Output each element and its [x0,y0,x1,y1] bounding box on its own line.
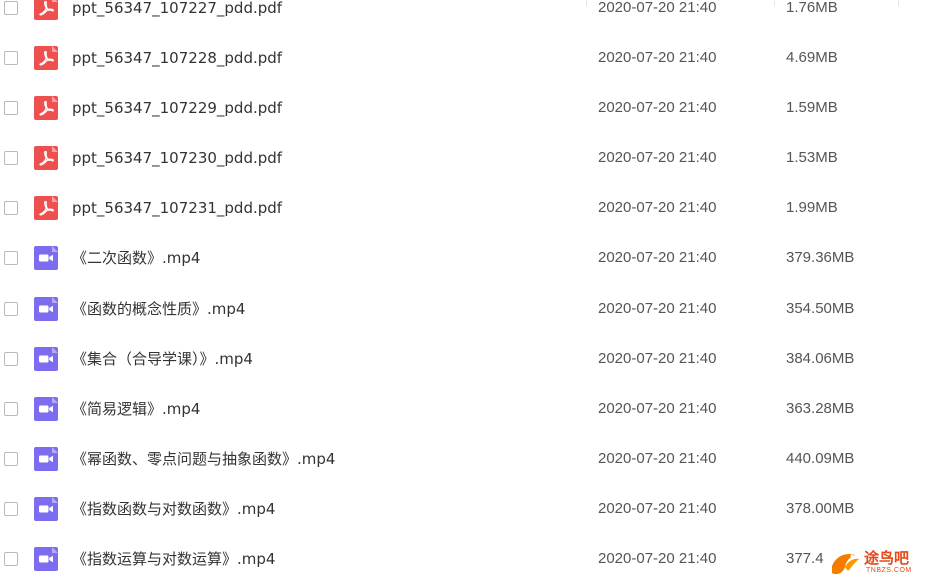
select-checkbox[interactable] [4,251,18,266]
video-icon [34,496,58,521]
file-name[interactable]: ppt_56347_107229_pdd.pdf [72,99,282,117]
pdf-icon [34,0,58,20]
file-name[interactable]: 《指数函数与对数函数》.mp4 [72,500,275,518]
watermark-text: 途鸟吧 [864,549,910,567]
file-name[interactable]: ppt_56347_107228_pdd.pdf [72,49,282,67]
video-icon [34,396,58,421]
select-checkbox[interactable] [4,552,18,567]
video-icon [34,446,58,471]
video-icon [34,547,58,572]
pdf-icon [34,196,58,221]
list-item[interactable]: 《函数的概念性质》.mp4 2020-07-20 21:40 354.50MB [0,284,928,334]
select-checkbox[interactable] [4,101,18,116]
watermark-subtext: TNBZS.COM [866,567,912,574]
list-item[interactable]: 《指数函数与对数函数》.mp4 2020-07-20 21:40 378.00M… [0,484,928,534]
file-size: 354.50MB [786,299,855,317]
list-item[interactable]: ppt_56347_107230_pdd.pdf 2020-07-20 21:4… [0,133,928,183]
select-checkbox[interactable] [4,301,18,316]
file-date: 2020-07-20 21:40 [598,0,717,16]
file-size: 1.59MB [786,99,838,117]
file-size: 1.53MB [786,149,838,167]
list-item[interactable]: ppt_56347_107229_pdd.pdf 2020-07-20 21:4… [0,83,928,133]
file-date: 2020-07-20 21:40 [598,199,717,217]
file-size: 4.69MB [786,49,838,67]
file-date: 2020-07-20 21:40 [598,249,717,267]
list-item[interactable]: ppt_56347_107227_pdd.pdf 2020-07-20 21:4… [0,0,928,33]
video-icon [34,246,58,271]
file-name[interactable]: 《二次函数》.mp4 [72,249,200,267]
list-item[interactable]: ppt_56347_107228_pdd.pdf 2020-07-20 21:4… [0,33,928,83]
select-checkbox[interactable] [4,501,18,516]
select-checkbox[interactable] [4,51,18,66]
file-name[interactable]: 《集合（合导学课）》.mp4 [72,350,253,368]
bird-logo-icon [832,554,859,575]
file-date: 2020-07-20 21:40 [598,550,717,568]
file-name[interactable]: ppt_56347_107230_pdd.pdf [72,149,282,167]
file-size: 1.76MB [786,0,838,16]
pdf-icon [34,96,58,121]
pdf-icon [34,146,58,171]
file-list: ppt_56347_107227_pdd.pdf 2020-07-20 21:4… [0,0,928,584]
list-item[interactable]: 《指数运算与对数运算》.mp4 2020-07-20 21:40 377.4 [0,534,928,584]
select-checkbox[interactable] [4,401,18,416]
video-icon [34,346,58,371]
select-checkbox[interactable] [4,201,18,216]
file-date: 2020-07-20 21:40 [598,399,717,417]
file-size: 440.09MB [786,449,855,467]
file-size: 363.28MB [786,399,855,417]
file-date: 2020-07-20 21:40 [598,499,717,517]
file-name[interactable]: ppt_56347_107227_pdd.pdf [72,0,282,17]
file-date: 2020-07-20 21:40 [598,299,717,317]
list-item[interactable]: 《集合（合导学课）》.mp4 2020-07-20 21:40 384.06MB [0,334,928,384]
select-checkbox[interactable] [4,1,18,15]
file-date: 2020-07-20 21:40 [598,349,717,367]
file-name[interactable]: 《函数的概念性质》.mp4 [72,300,245,318]
file-date: 2020-07-20 21:40 [598,99,717,117]
list-item[interactable]: 《二次函数》.mp4 2020-07-20 21:40 379.36MB [0,233,928,283]
video-icon [34,296,58,321]
pdf-icon [34,46,58,71]
file-size: 379.36MB [786,249,855,267]
file-name[interactable]: ppt_56347_107231_pdd.pdf [72,199,282,217]
select-checkbox[interactable] [4,151,18,166]
file-date: 2020-07-20 21:40 [598,149,717,167]
file-size: 378.00MB [786,499,855,517]
list-item[interactable]: 《幂函数、零点问题与抽象函数》.mp4 2020-07-20 21:40 440… [0,434,928,484]
list-item[interactable]: ppt_56347_107231_pdd.pdf 2020-07-20 21:4… [0,183,928,233]
file-date: 2020-07-20 21:40 [598,449,717,467]
file-size: 384.06MB [786,349,855,367]
watermark-logo: 途鸟吧 TNBZS.COM [828,546,924,580]
file-size: 377.4 [786,550,824,568]
select-checkbox[interactable] [4,451,18,466]
select-checkbox[interactable] [4,351,18,366]
list-item[interactable]: 《简易逻辑》.mp4 2020-07-20 21:40 363.28MB [0,384,928,434]
file-name[interactable]: 《幂函数、零点问题与抽象函数》.mp4 [72,450,335,468]
file-name[interactable]: 《指数运算与对数运算》.mp4 [72,550,275,568]
file-date: 2020-07-20 21:40 [598,49,717,67]
file-name[interactable]: 《简易逻辑》.mp4 [72,400,200,418]
file-size: 1.99MB [786,199,838,217]
